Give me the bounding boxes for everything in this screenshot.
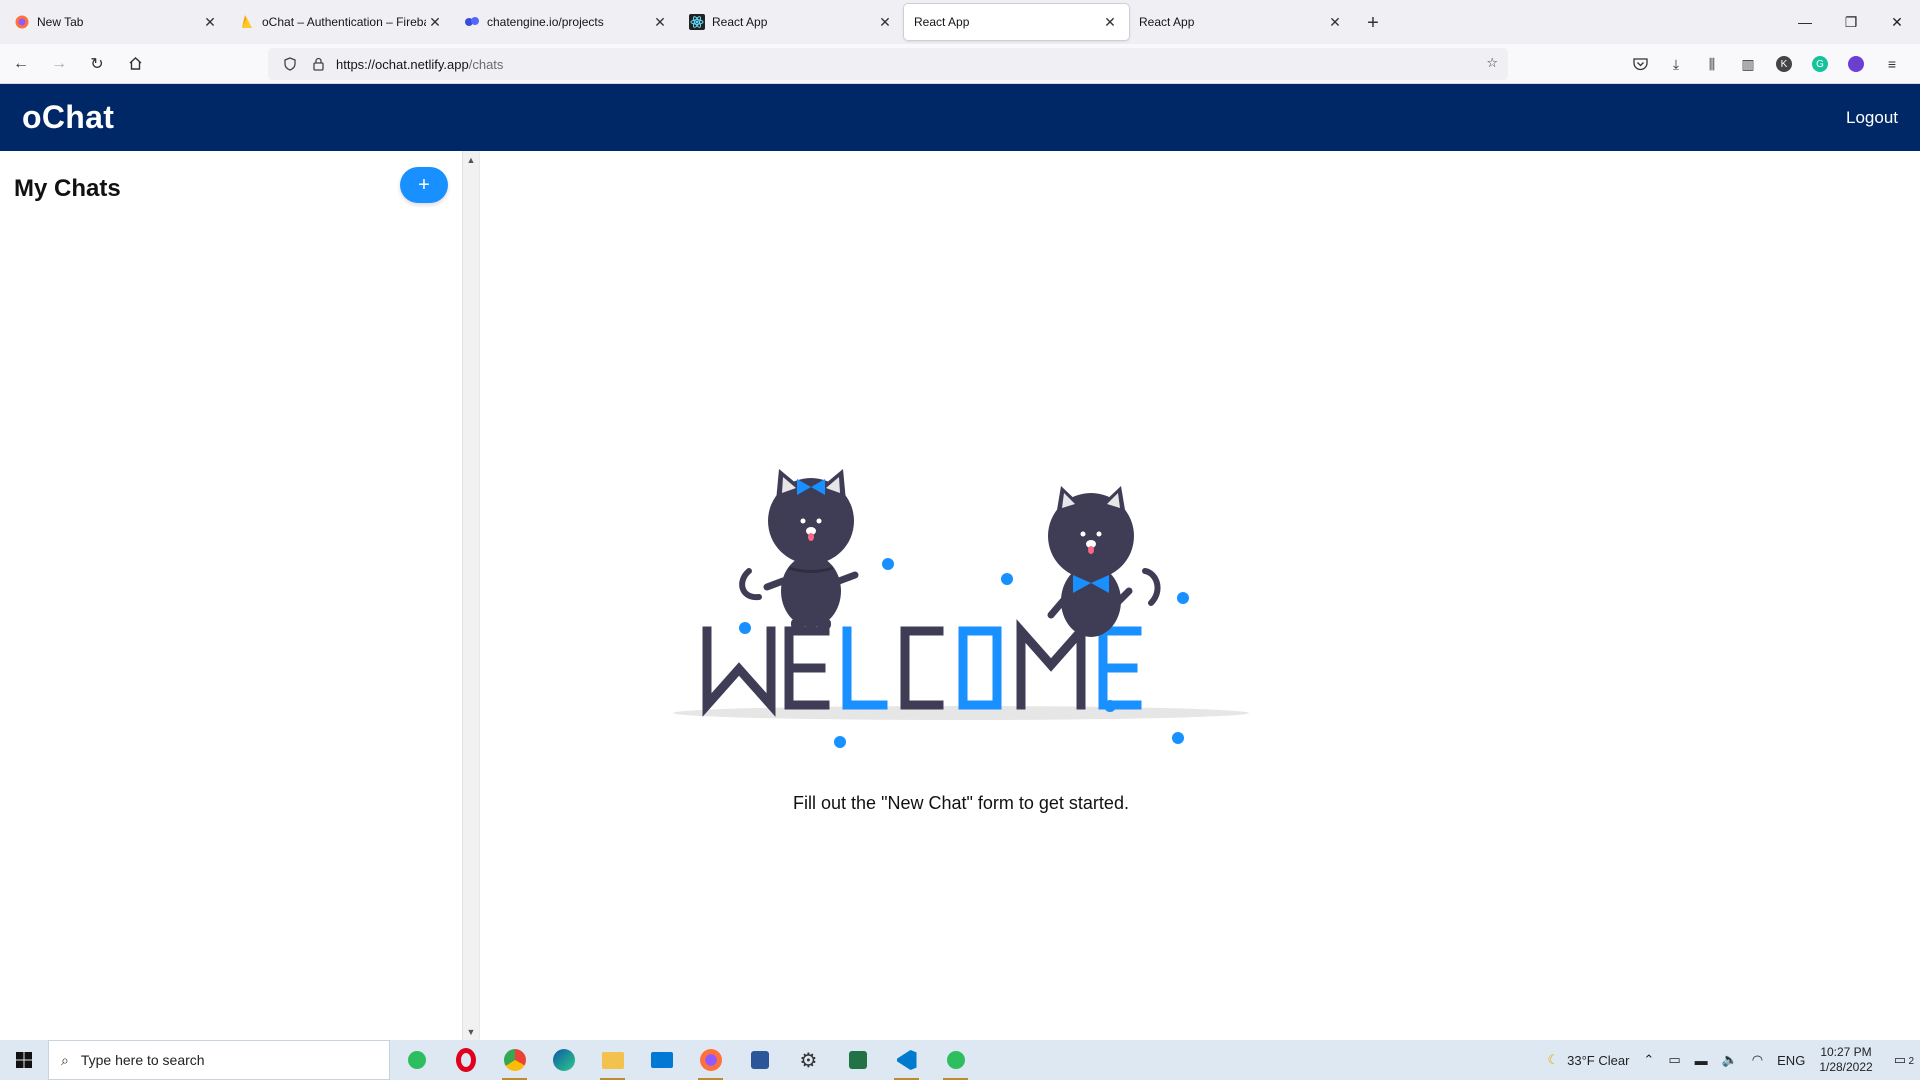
word-icon[interactable] (735, 1040, 784, 1080)
wifi-icon[interactable]: ◠ (1745, 1052, 1770, 1068)
home-icon[interactable] (118, 47, 152, 81)
sidebar-scrollbar[interactable]: ▲ ▼ (462, 151, 479, 1040)
chrome-icon[interactable] (490, 1040, 539, 1080)
browser-tab-strip: New Tab ✕ oChat – Authentication – Fireb… (0, 0, 1920, 44)
tab-close-icon[interactable]: ✕ (876, 14, 894, 31)
system-tray: ☾ 33°F Clear ⌃ ▭ ▬ 🔈 ◠ ENG 10:27 PM 1/28/… (1540, 1040, 1920, 1080)
firefox-taskbar-icon[interactable] (686, 1040, 735, 1080)
tab-react-app-3[interactable]: React App ✕ (1129, 4, 1354, 40)
tab-react-app-active[interactable]: React App ✕ (904, 4, 1129, 40)
tab-close-icon[interactable]: ✕ (201, 14, 219, 31)
welcome-caption: Fill out the "New Chat" form to get star… (793, 793, 1129, 813)
tab-close-icon[interactable]: ✕ (651, 14, 669, 31)
tray-meet-icon[interactable]: ▭ (1661, 1052, 1687, 1068)
tab-ochat-firebase[interactable]: oChat – Authentication – Fireba ✕ (229, 4, 454, 40)
search-icon: ⌕ (61, 1051, 69, 1068)
url-path: /chats (468, 56, 504, 72)
chat-main-area: Fill out the "New Chat" form to get star… (481, 151, 1920, 1040)
logout-button[interactable]: Logout (1846, 108, 1898, 128)
forward-arrow-icon[interactable]: → (42, 47, 76, 81)
minimize-icon[interactable]: — (1782, 0, 1828, 44)
extension-icon[interactable] (1838, 48, 1874, 80)
address-bar[interactable]: https://ochat.netlify.app/chats ☆ (268, 48, 1508, 80)
chats-sidebar: My Chats + ▲ ▼ (0, 151, 480, 1040)
settings-gear-icon[interactable]: ⚙ (784, 1040, 833, 1080)
firebase-icon (239, 14, 255, 30)
excel-icon[interactable] (833, 1040, 882, 1080)
clock-time: 10:27 PM (1820, 1045, 1872, 1059)
close-window-icon[interactable]: ✕ (1874, 0, 1920, 44)
app-logo: oChat (22, 99, 115, 135)
app-header: oChat Logout (0, 84, 1920, 151)
lock-icon[interactable] (308, 57, 328, 71)
new-tab-plus-icon[interactable]: + (1358, 8, 1388, 38)
opera-icon[interactable] (441, 1040, 490, 1080)
battery-icon[interactable]: ▬ (1688, 1053, 1715, 1068)
toolbar-extensions: ⤓ ⫼ ▥ K G ≡ (1622, 44, 1910, 84)
file-explorer-icon[interactable] (588, 1040, 637, 1080)
windows-start-icon[interactable] (0, 1040, 48, 1080)
tab-title: React App (712, 15, 768, 29)
reload-icon[interactable]: ↻ (80, 47, 114, 81)
language-indicator[interactable]: ENG (1770, 1053, 1812, 1068)
taskbar-search-placeholder: Type here to search (80, 1052, 205, 1068)
bookmark-star-icon[interactable]: ☆ (1486, 55, 1498, 71)
tab-title: New Tab (37, 15, 84, 29)
pocket-icon[interactable] (1622, 48, 1658, 80)
tab-title: chatengine.io/projects (487, 15, 604, 29)
scroll-up-arrow-icon[interactable]: ▲ (463, 151, 479, 168)
notifications-icon[interactable]: ▭ 2 (1880, 1052, 1920, 1068)
menu-hamburger-icon[interactable]: ≡ (1874, 48, 1910, 80)
moon-icon: ☾ (1547, 1052, 1560, 1067)
scroll-down-arrow-icon[interactable]: ▼ (463, 1023, 479, 1040)
grammarly-icon[interactable]: G (1802, 48, 1838, 80)
window-controls: — ❐ ✕ (1782, 0, 1920, 44)
tab-close-icon[interactable]: ✕ (1326, 14, 1344, 31)
tab-new-tab[interactable]: New Tab ✕ (4, 4, 229, 40)
my-chats-title: My Chats (14, 175, 121, 202)
tab-close-icon[interactable]: ✕ (1101, 14, 1119, 31)
tab-chatengine[interactable]: chatengine.io/projects ✕ (454, 4, 679, 40)
firefox-icon (14, 14, 30, 30)
vscode-icon[interactable] (882, 1040, 931, 1080)
mail-icon[interactable] (637, 1040, 686, 1080)
tab-close-icon[interactable]: ✕ (426, 14, 444, 31)
clock-date: 1/28/2022 (1819, 1060, 1873, 1074)
taskbar-search-box[interactable]: ⌕ Type here to search (48, 1040, 390, 1080)
weather-text: 33°F Clear (1567, 1052, 1630, 1068)
taskbar-apps: ⚙ (392, 1040, 980, 1080)
chatengine-icon (464, 14, 480, 30)
evernote-2-icon[interactable] (931, 1040, 980, 1080)
tab-title: React App (1139, 15, 1195, 29)
tray-chevron-up-icon[interactable]: ⌃ (1636, 1052, 1661, 1068)
react-icon (689, 14, 705, 30)
windows-taskbar: ⌕ Type here to search ⚙ ☾ 33°F Clear ⌃ ▭ … (0, 1040, 1920, 1080)
new-chat-button[interactable]: + (400, 167, 448, 203)
tab-title: React App (914, 15, 970, 29)
restore-icon[interactable]: ❐ (1828, 0, 1874, 44)
sidebar-icon[interactable]: ▥ (1730, 48, 1766, 80)
navigation-toolbar: ← → ↻ https://ochat.netlify.app/chats ☆ … (0, 44, 1920, 84)
volume-icon[interactable]: 🔈 (1715, 1052, 1745, 1068)
right-cat (1047, 486, 1161, 637)
back-arrow-icon[interactable]: ← (4, 47, 38, 81)
notification-count: 2 (1908, 1056, 1914, 1067)
welcome-cats-illustration (673, 469, 1249, 748)
tab-title: oChat – Authentication – Fireba (262, 15, 426, 29)
evernote-icon[interactable] (392, 1040, 441, 1080)
library-icon[interactable]: ⫼ (1694, 48, 1730, 80)
clock[interactable]: 10:27 PM 1/28/2022 (1812, 1045, 1879, 1075)
account-k-icon[interactable]: K (1766, 48, 1802, 80)
weather-widget[interactable]: ☾ 33°F Clear (1540, 1052, 1636, 1068)
url-host: https://ochat.netlify.app (336, 56, 469, 72)
shield-icon[interactable] (280, 57, 300, 71)
tab-react-app-1[interactable]: React App ✕ (679, 4, 904, 40)
left-cat (739, 469, 859, 629)
edge-icon[interactable] (539, 1040, 588, 1080)
downloads-icon[interactable]: ⤓ (1658, 48, 1694, 80)
